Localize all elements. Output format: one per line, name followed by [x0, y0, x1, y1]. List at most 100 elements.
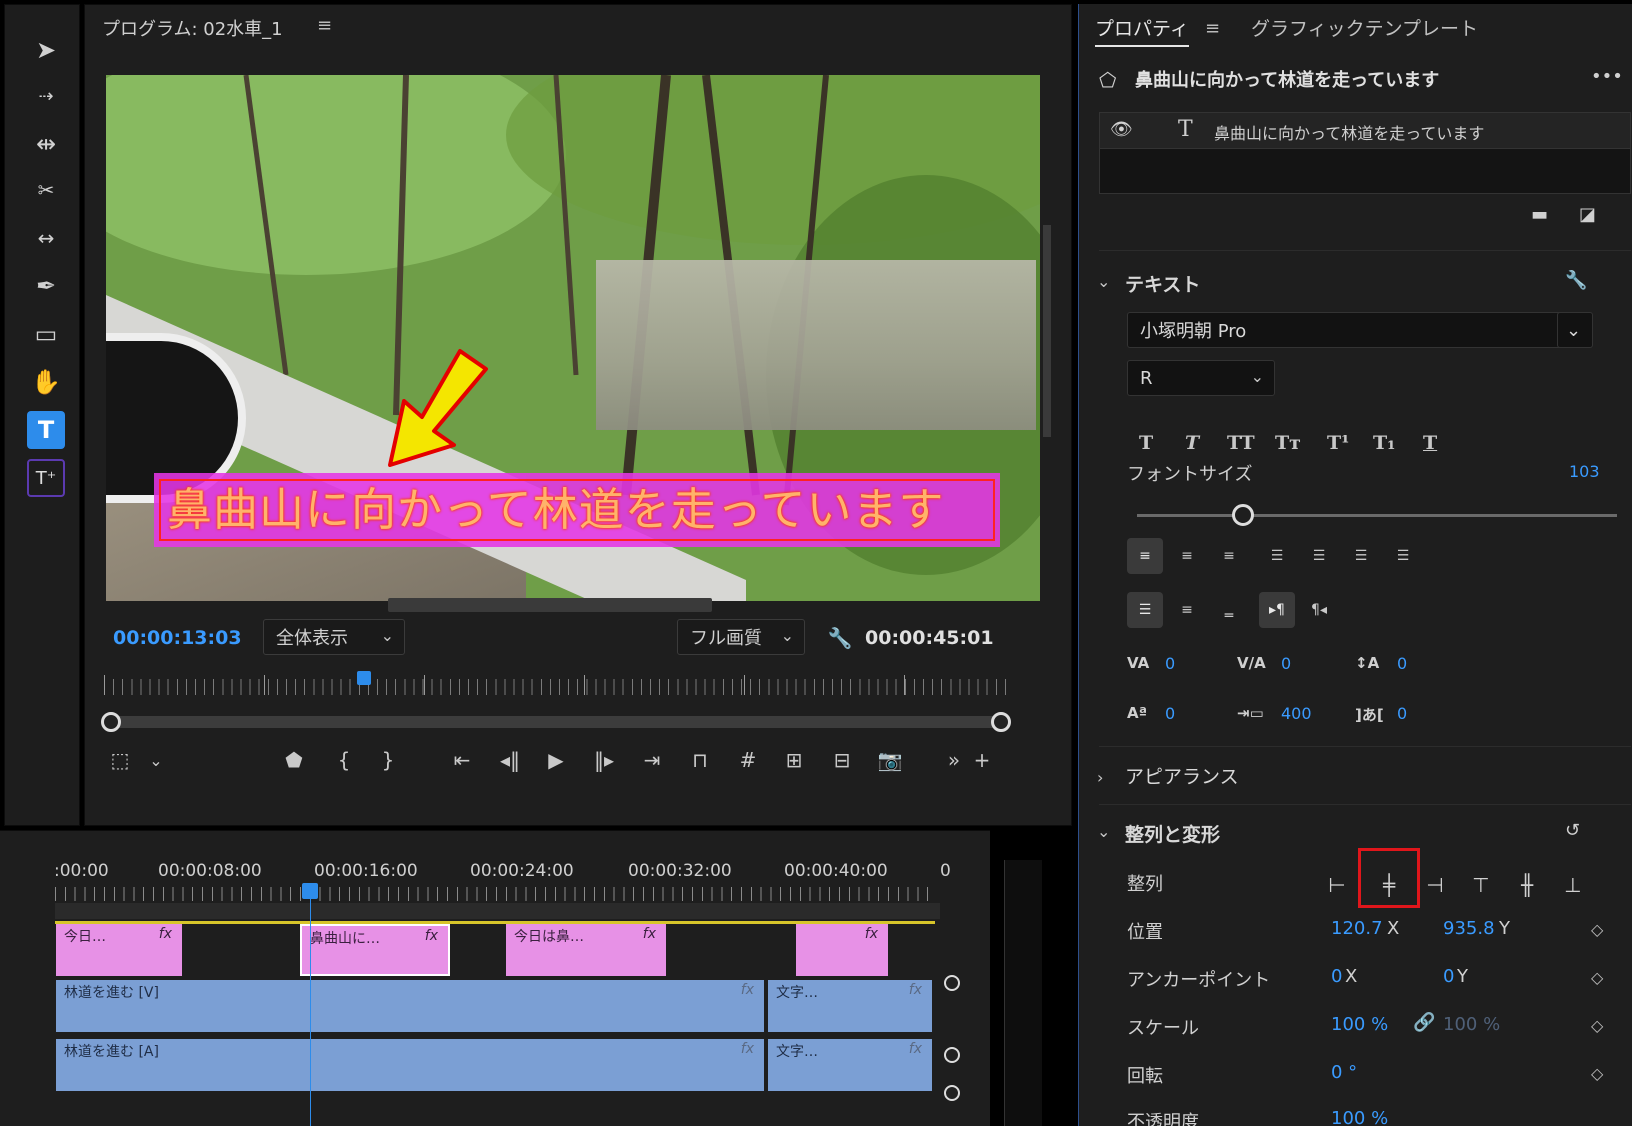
justify-left-icon[interactable]: ☰: [1259, 538, 1295, 574]
scale-height-value[interactable]: 100 %: [1443, 1014, 1500, 1035]
track-select-tool-icon[interactable]: ⇢: [27, 77, 65, 115]
chevron-down-icon[interactable]: ⌄: [1097, 272, 1110, 291]
tab-properties[interactable]: プロパティ: [1095, 14, 1189, 47]
ltr-text-icon[interactable]: ▸¶: [1259, 592, 1295, 628]
middle-align-text-icon[interactable]: ≡: [1169, 592, 1205, 628]
monitor-vertical-scrollbar[interactable]: [1043, 225, 1051, 437]
position-x-value[interactable]: 120.7: [1331, 918, 1383, 939]
faux-italic-icon[interactable]: T: [1185, 432, 1199, 454]
eye-icon[interactable]: 👁: [1110, 119, 1133, 140]
play-icon[interactable]: ▶: [541, 745, 571, 775]
leading-value[interactable]: 0: [1397, 654, 1407, 673]
selection-tool-icon[interactable]: ➤: [27, 31, 65, 69]
wrench-icon[interactable]: 🔧: [1565, 270, 1587, 291]
keyframe-toggle-icon[interactable]: ◇: [1591, 1016, 1603, 1035]
position-y-value[interactable]: 935.8: [1443, 918, 1495, 939]
keyframe-toggle-icon[interactable]: ◇: [1591, 968, 1603, 987]
tab-width-value[interactable]: 400: [1281, 704, 1312, 723]
playback-quality-select[interactable]: フル画質 ⌄: [677, 619, 805, 655]
superscript-icon[interactable]: T¹: [1327, 432, 1349, 454]
anchor-x-value[interactable]: 0: [1331, 966, 1342, 987]
monitor-zoom-scrollbar[interactable]: [107, 716, 1007, 728]
folder-icon[interactable]: ▬: [1531, 204, 1548, 225]
essential-graphics-tool-icon[interactable]: T⁺: [27, 459, 65, 497]
font-style-select[interactable]: R ⌄: [1127, 360, 1275, 396]
graphic-clip[interactable]: 今日… fx: [56, 924, 182, 976]
keyframe-toggle-icon[interactable]: ◇: [1591, 920, 1603, 939]
audio-clip[interactable]: 文字… fx: [768, 1039, 932, 1091]
justify-center-icon[interactable]: ☰: [1301, 538, 1337, 574]
hamburger-menu-icon[interactable]: ≡: [1205, 18, 1220, 39]
slip-tool-icon[interactable]: ↔: [27, 219, 65, 257]
step-back-icon[interactable]: ◂‖: [495, 745, 525, 775]
tab-graphic-templates[interactable]: グラフィックテンプレート: [1251, 14, 1478, 41]
graphic-clip-selected[interactable]: 鼻曲山に… fx: [300, 924, 450, 976]
monitor-playhead[interactable]: [357, 671, 371, 685]
rectangle-tool-icon[interactable]: ▭: [27, 315, 65, 353]
pen-tool-icon[interactable]: ✒: [27, 267, 65, 305]
hand-tool-icon[interactable]: ✋: [27, 363, 65, 401]
align-transform-section-title[interactable]: 整列と変形: [1125, 820, 1220, 847]
align-right-edges-icon[interactable]: ⊣: [1420, 870, 1450, 900]
chevron-down-icon[interactable]: ⌄: [141, 745, 171, 775]
razor-tool-icon[interactable]: ✂: [27, 171, 65, 209]
track-scroll-handle[interactable]: [944, 1085, 960, 1101]
video-clip[interactable]: 文字… fx: [768, 980, 932, 1032]
monitor-horizontal-scrollbar[interactable]: [388, 598, 712, 612]
font-family-dropdown-button[interactable]: ⌄: [1557, 312, 1593, 348]
work-area-bar[interactable]: [55, 903, 940, 919]
mark-out-icon[interactable]: }: [373, 745, 403, 775]
font-size-slider-handle[interactable]: [1231, 504, 1254, 526]
align-left-edges-icon[interactable]: ⊢: [1322, 870, 1352, 900]
step-forward-icon[interactable]: ‖▸: [589, 745, 619, 775]
go-to-in-icon[interactable]: ⇤: [447, 745, 477, 775]
align-right-icon[interactable]: ≡: [1211, 538, 1247, 574]
appearance-section-title[interactable]: アピアランス: [1125, 762, 1239, 789]
opacity-value[interactable]: 100 %: [1331, 1108, 1388, 1126]
rotation-value[interactable]: 0 °: [1331, 1062, 1357, 1083]
graphic-clip[interactable]: fx: [796, 924, 888, 976]
graphic-clip[interactable]: 今日は鼻… fx: [506, 924, 666, 976]
safe-margins-icon[interactable]: ⬚: [105, 745, 135, 775]
add-marker-icon[interactable]: ⬟: [279, 745, 309, 775]
font-size-slider[interactable]: [1137, 514, 1617, 517]
underline-icon[interactable]: T: [1423, 432, 1437, 454]
caption-text[interactable]: 鼻曲山に向かって林道を走っています: [159, 479, 995, 541]
timeline-ruler[interactable]: [55, 887, 935, 901]
lift-icon[interactable]: ⊓: [685, 745, 715, 775]
top-align-text-icon[interactable]: ☰: [1127, 592, 1163, 628]
video-clip[interactable]: 林道を進む [V] fx: [56, 980, 764, 1032]
align-center-icon[interactable]: ≡: [1169, 538, 1205, 574]
grid-icon[interactable]: #: [733, 745, 763, 775]
bottom-align-text-icon[interactable]: ═: [1211, 598, 1247, 634]
ripple-edit-tool-icon[interactable]: ⇹: [27, 125, 65, 163]
kerning-value[interactable]: 0: [1165, 654, 1175, 673]
subscript-icon[interactable]: T₁: [1373, 432, 1395, 454]
font-size-value[interactable]: 103: [1569, 462, 1600, 481]
zoom-level-select[interactable]: 全体表示 ⌄: [263, 619, 405, 655]
track-scroll-handle[interactable]: [944, 975, 960, 991]
justify-all-icon[interactable]: ☰: [1385, 538, 1421, 574]
chevron-right-icon[interactable]: ›: [1097, 768, 1103, 787]
tsume-value[interactable]: 0: [1397, 704, 1407, 723]
keyframe-toggle-icon[interactable]: ◇: [1591, 1064, 1603, 1083]
scale-value[interactable]: 100 %: [1331, 1014, 1388, 1035]
wrench-icon[interactable]: 🔧: [821, 619, 859, 657]
camera-icon[interactable]: 📷: [875, 745, 905, 775]
align-top-edges-icon[interactable]: ⊤: [1466, 870, 1496, 900]
zoom-end-handle[interactable]: [991, 712, 1011, 732]
rtl-text-icon[interactable]: ¶◂: [1301, 592, 1337, 628]
small-caps-icon[interactable]: Tт: [1275, 432, 1301, 454]
text-section-title[interactable]: テキスト: [1125, 270, 1200, 297]
align-left-icon[interactable]: ≡: [1127, 538, 1163, 574]
align-vertical-center-icon[interactable]: ╫: [1512, 870, 1542, 900]
add-button-icon[interactable]: +: [967, 745, 997, 775]
tracking-value[interactable]: 0: [1281, 654, 1291, 673]
go-to-out-icon[interactable]: ⇥: [637, 745, 667, 775]
chevron-down-icon[interactable]: ⌄: [1097, 822, 1110, 841]
track-scroll-handle[interactable]: [944, 1047, 960, 1063]
baseline-shift-value[interactable]: 0: [1165, 704, 1175, 723]
reset-icon[interactable]: ↺: [1565, 820, 1580, 841]
align-bottom-edges-icon[interactable]: ⊥: [1558, 870, 1588, 900]
more-options-icon[interactable]: •••: [1591, 66, 1623, 87]
